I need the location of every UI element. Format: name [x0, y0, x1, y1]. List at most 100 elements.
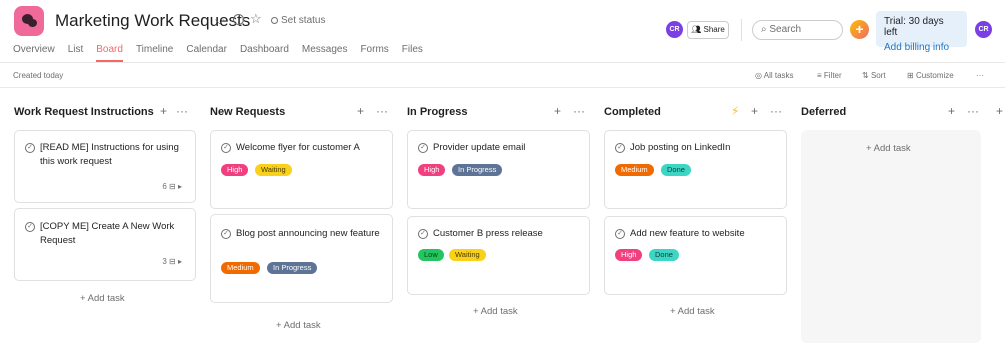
task-card[interactable]: ✓ Provider update email High In Progress: [407, 130, 590, 209]
task-card[interactable]: ✓ Add new feature to website High Done: [604, 216, 787, 295]
board: Work Request Instructions + ··· ✓ [READ …: [0, 88, 1005, 343]
chevron-down-icon[interactable]: ⌵: [215, 13, 224, 28]
tab-board[interactable]: Board: [96, 44, 123, 62]
column-more-icon[interactable]: ···: [376, 104, 388, 118]
user-avatar[interactable]: CR: [975, 21, 992, 38]
quick-add-plus-icon[interactable]: +: [850, 20, 869, 39]
tab-overview[interactable]: Overview: [13, 44, 55, 62]
project-icon[interactable]: [14, 6, 44, 36]
chat-bubble-icon-small: [28, 19, 37, 27]
divider: [741, 19, 742, 41]
complete-check-icon[interactable]: ✓: [25, 143, 35, 153]
tab-calendar[interactable]: Calendar: [186, 44, 227, 62]
card-title: Job posting on LinkedIn: [630, 142, 731, 153]
add-task-button[interactable]: + Add task: [80, 293, 125, 304]
status-tag[interactable]: In Progress: [267, 262, 318, 274]
subtask-count[interactable]: 6 ⊟ ▸: [162, 182, 182, 191]
search-input[interactable]: ⌕ Search: [752, 20, 843, 40]
task-card[interactable]: ✓ Customer B press release Low Waiting: [407, 216, 590, 295]
sort-button[interactable]: ⇅ Sort: [862, 71, 886, 80]
subtask-count[interactable]: 3 ⊟ ▸: [162, 257, 182, 266]
task-card[interactable]: ✓ Welcome flyer for customer A High Wait…: [210, 130, 393, 209]
column-title[interactable]: In Progress: [407, 106, 468, 118]
complete-check-icon[interactable]: ✓: [418, 143, 428, 153]
column-more-icon[interactable]: ···: [967, 104, 979, 118]
more-options-icon[interactable]: ···: [976, 71, 984, 80]
search-placeholder: Search: [769, 24, 802, 35]
share-label: Share: [703, 25, 725, 34]
empty-column-area[interactable]: [801, 130, 981, 343]
card-title: Customer B press release: [433, 228, 543, 239]
status-tag[interactable]: Waiting: [255, 164, 292, 176]
priority-tag[interactable]: Low: [418, 249, 444, 261]
add-section-icon[interactable]: +: [996, 104, 1003, 118]
all-tasks-button[interactable]: ◎ All tasks: [755, 71, 794, 80]
card-title: [COPY ME] Create A New Work Request: [40, 221, 175, 246]
trial-banner[interactable]: Trial: 30 days left Add billing info: [876, 11, 967, 53]
card-title: Add new feature to website: [630, 228, 745, 239]
member-avatar[interactable]: CR: [666, 21, 683, 38]
status-tag[interactable]: In Progress: [452, 164, 503, 176]
tab-forms[interactable]: Forms: [360, 44, 388, 62]
priority-tag[interactable]: High: [615, 249, 643, 261]
tab-dashboard[interactable]: Dashboard: [240, 44, 289, 62]
status-tag[interactable]: Waiting: [449, 249, 486, 261]
column-title[interactable]: New Requests: [210, 106, 285, 118]
tab-files[interactable]: Files: [402, 44, 423, 62]
add-billing-link[interactable]: Add billing info: [884, 42, 959, 53]
complete-check-icon[interactable]: ✓: [615, 229, 625, 239]
priority-tag[interactable]: High: [221, 164, 249, 176]
people-icon: 👥︎: [691, 25, 704, 34]
column-more-icon[interactable]: ···: [176, 104, 188, 118]
status-tag[interactable]: Done: [661, 164, 691, 176]
add-task-button[interactable]: + Add task: [866, 143, 911, 154]
task-card[interactable]: ✓ [COPY ME] Create A New Work Request 3 …: [14, 208, 196, 281]
card-title: Welcome flyer for customer A: [236, 142, 360, 153]
complete-check-icon[interactable]: ✓: [221, 143, 231, 153]
tab-timeline[interactable]: Timeline: [136, 44, 173, 62]
board-toolbar: Created today ◎ All tasks ≡ Filter ⇅ Sor…: [0, 62, 1005, 88]
priority-tag[interactable]: Medium: [615, 164, 654, 176]
column-title[interactable]: Work Request Instructions: [14, 106, 154, 118]
task-card[interactable]: ✓ [READ ME] Instructions for using this …: [14, 130, 196, 203]
star-icon[interactable]: ☆: [250, 11, 262, 27]
created-label: Created today: [13, 71, 64, 80]
filter-button[interactable]: ≡ Filter: [817, 71, 842, 80]
add-icon[interactable]: +: [554, 104, 561, 118]
column-more-icon[interactable]: ···: [770, 104, 782, 118]
tab-messages[interactable]: Messages: [302, 44, 348, 62]
status-circle-icon: [271, 17, 278, 24]
add-icon[interactable]: +: [357, 104, 364, 118]
complete-check-icon[interactable]: ✓: [615, 143, 625, 153]
share-button[interactable]: 👥︎ Share: [687, 21, 729, 39]
add-icon[interactable]: +: [751, 104, 758, 118]
add-task-button[interactable]: + Add task: [670, 306, 715, 317]
priority-tag[interactable]: Medium: [221, 262, 260, 274]
column-more-icon[interactable]: ···: [573, 104, 585, 118]
complete-check-icon[interactable]: ✓: [25, 222, 35, 232]
set-status-label: Set status: [281, 15, 326, 26]
customize-button[interactable]: ⊞ Customize: [907, 71, 954, 80]
lightning-rule-icon[interactable]: ⚡︎: [731, 104, 739, 118]
card-title: [READ ME] Instructions for using this wo…: [40, 142, 179, 167]
project-tabs: Overview List Board Timeline Calendar Da…: [13, 44, 436, 62]
add-icon[interactable]: +: [160, 104, 167, 118]
tab-list[interactable]: List: [68, 44, 84, 62]
add-task-button[interactable]: + Add task: [276, 320, 321, 331]
priority-tag[interactable]: High: [418, 164, 446, 176]
add-icon[interactable]: +: [948, 104, 955, 118]
column-title[interactable]: Deferred: [801, 106, 846, 118]
task-card[interactable]: ✓ Job posting on LinkedIn Medium Done: [604, 130, 787, 209]
task-card[interactable]: ✓ Blog post announcing new feature Mediu…: [210, 214, 393, 303]
complete-check-icon[interactable]: ✓: [221, 229, 231, 239]
complete-check-icon[interactable]: ✓: [418, 229, 428, 239]
status-tag[interactable]: Done: [649, 249, 679, 261]
project-header: Marketing Work Requests ⌵ i ☆ Set status…: [0, 0, 1005, 62]
trial-text: Trial: 30 days left: [884, 16, 944, 38]
set-status-button[interactable]: Set status: [271, 15, 325, 26]
card-title: Blog post announcing new feature: [236, 228, 380, 239]
column-title[interactable]: Completed: [604, 106, 661, 118]
filter-label: Filter: [823, 71, 842, 80]
info-icon[interactable]: i: [233, 14, 244, 25]
add-task-button[interactable]: + Add task: [473, 306, 518, 317]
